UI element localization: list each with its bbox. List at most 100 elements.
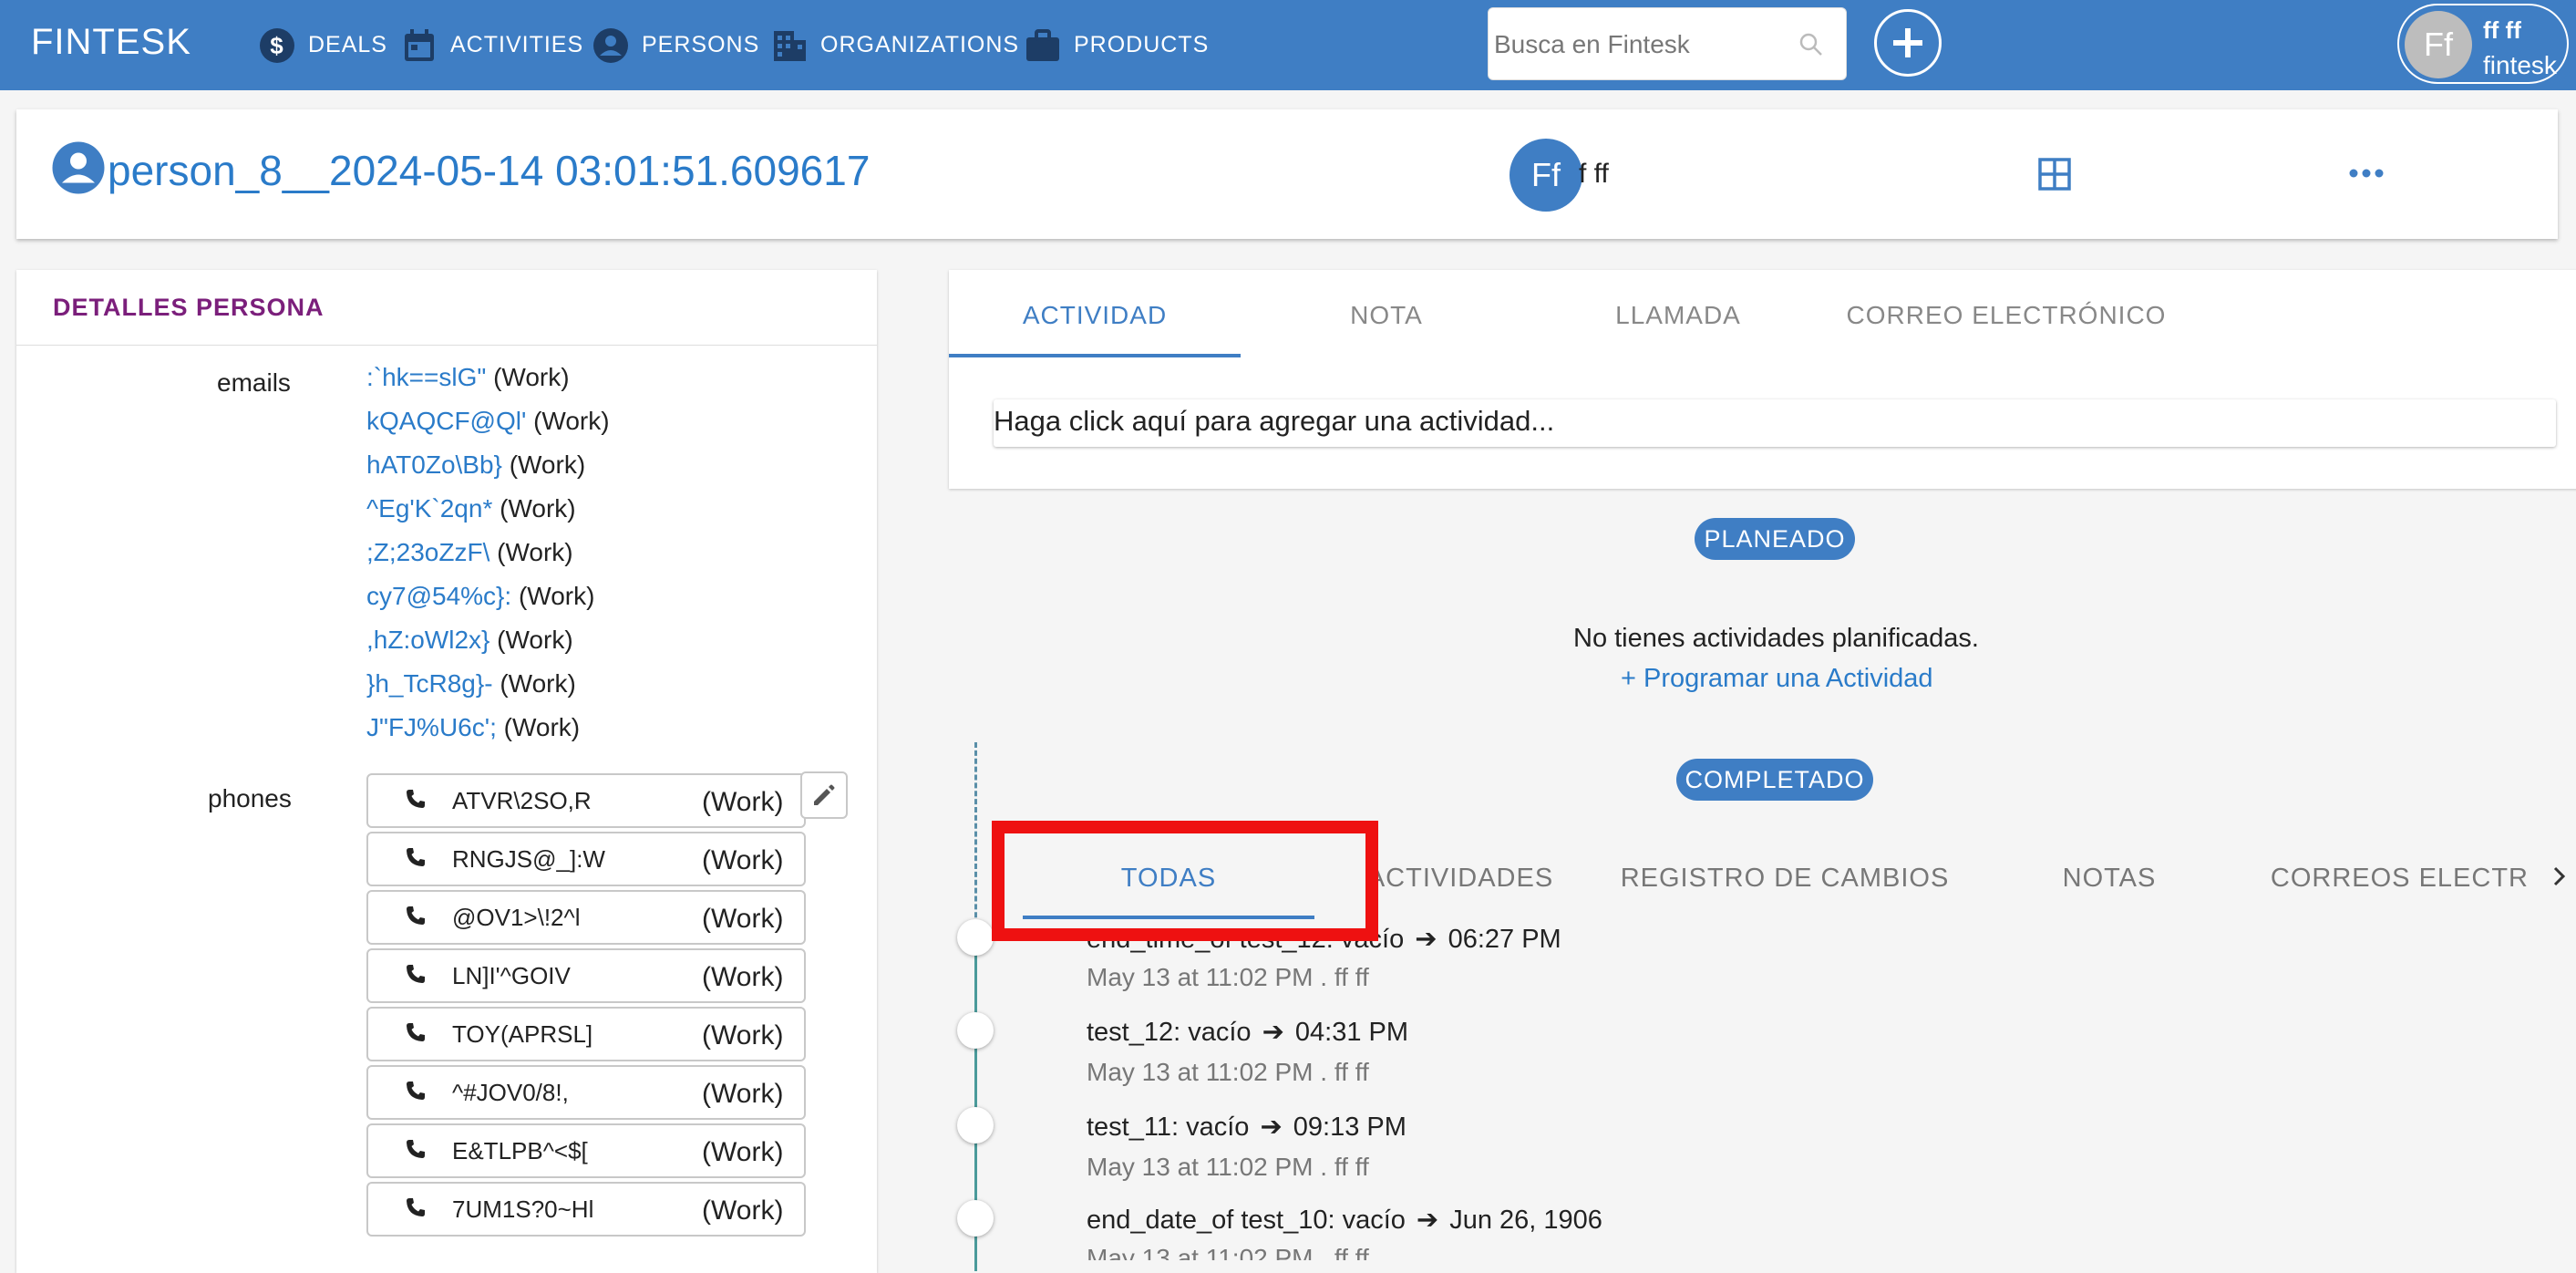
arrow-right-icon: ➔ — [1262, 1018, 1284, 1047]
email-type: (Work) — [493, 363, 570, 391]
email-address[interactable]: :`hk==slG" — [366, 363, 486, 391]
email-item: }h_TcR8g}- (Work) — [366, 669, 576, 699]
filter-tab-registro-cambios[interactable]: REGISTRO DE CAMBIOS — [1606, 848, 1963, 908]
history-to: 06:27 PM — [1448, 925, 1561, 954]
more-options-icon[interactable] — [2348, 164, 2385, 182]
details-title: DETALLES PERSONA — [53, 294, 325, 321]
email-item: ;Z;23oZzF\ (Work) — [366, 538, 573, 567]
email-address[interactable]: hAT0Zo\Bb} — [366, 450, 502, 479]
email-type: (Work) — [509, 450, 586, 479]
nav-organizations[interactable]: ORGANIZATIONS — [771, 0, 1019, 90]
nav-products[interactable]: PRODUCTS — [1025, 0, 1209, 90]
grid-layout-icon[interactable] — [2037, 157, 2072, 191]
planned-badge: PLANEADO — [1695, 518, 1855, 560]
email-type: (Work) — [518, 582, 595, 610]
phone-row[interactable]: ATVR\2SO,R (Work) — [366, 773, 806, 828]
phone-icon — [407, 965, 425, 983]
plus-icon — [1893, 28, 1922, 57]
schedule-activity-link[interactable]: + Programar una Actividad — [1621, 664, 1933, 694]
brand-logo[interactable]: FINTESK — [31, 22, 191, 63]
tab-nota[interactable]: NOTA — [1241, 274, 1532, 357]
nav-activities[interactable]: ACTIVITIES — [401, 0, 583, 90]
email-item: cy7@54%c}: (Work) — [366, 582, 594, 611]
history-item-meta: May 13 at 11:02 PM . ff ff — [1087, 963, 1369, 991]
history-item-title: end_date_of test_10: vacío ➔ Jun 26, 1906 — [1087, 1204, 1602, 1236]
chevron-right-icon[interactable] — [2550, 863, 2569, 890]
phone-row[interactable]: LN]I'^GOIV (Work) — [366, 948, 806, 1003]
timeline-dot — [957, 1107, 994, 1144]
email-address[interactable]: kQAQCF@Ql' — [366, 407, 526, 435]
pencil-icon — [814, 784, 835, 805]
add-activity-input[interactable]: Haga click aquí para agregar una activid… — [994, 399, 2556, 447]
phone-row[interactable]: RNGJS@_]:W (Work) — [366, 832, 806, 886]
email-address[interactable]: }h_TcR8g}- — [366, 669, 493, 698]
phone-icon — [407, 1198, 425, 1216]
user-menu[interactable]: Ff ff ff fintesk — [2397, 4, 2569, 84]
history-to: 04:31 PM — [1294, 1018, 1409, 1047]
phone-row[interactable]: E&TLPB^<$[ (Work) — [366, 1123, 806, 1178]
phone-row[interactable]: 7UM1S?0~Hl (Work) — [366, 1182, 806, 1237]
email-type: (Work) — [497, 538, 573, 566]
phone-number: @OV1>\!2^l — [452, 904, 581, 931]
history-to: Jun 26, 1906 — [1449, 1206, 1602, 1235]
history-from: vacío — [1186, 1113, 1250, 1142]
email-type: (Work) — [533, 407, 610, 435]
divider — [16, 345, 877, 346]
email-item: hAT0Zo\Bb} (Work) — [366, 450, 585, 480]
add-button[interactable] — [1874, 9, 1942, 77]
search-box[interactable] — [1488, 7, 1847, 81]
email-address[interactable]: ,hZ:oWl2x} — [366, 626, 489, 654]
nav-deals[interactable]: $ DEALS — [259, 0, 387, 90]
building-icon — [774, 30, 806, 61]
phone-icon — [407, 1140, 425, 1158]
arrow-right-icon: ➔ — [1260, 1113, 1283, 1142]
tab-correo[interactable]: CORREO ELECTRÓNICO — [1824, 274, 2189, 357]
phone-icon — [407, 1023, 425, 1041]
search-input[interactable] — [1492, 8, 1788, 81]
phone-number: LN]I'^GOIV — [452, 962, 571, 989]
phone-number: 7UM1S?0~Hl — [452, 1195, 594, 1223]
page-title: person_8__2024-05-14 03:01:51.609617 — [108, 147, 871, 194]
phone-number: RNGJS@_]:W — [452, 845, 605, 873]
person-icon — [593, 27, 628, 63]
email-type: (Work) — [503, 713, 581, 741]
phone-row[interactable]: @OV1>\!2^l (Work) — [366, 890, 806, 945]
filter-tab-correos[interactable]: CORREOS ELECTR — [2255, 848, 2529, 908]
phone-type: (Work) — [702, 787, 784, 817]
owner-name[interactable]: f ff — [1579, 159, 1609, 190]
nav-persons[interactable]: PERSONS — [592, 0, 759, 90]
email-type: (Work) — [500, 669, 576, 698]
phone-number: ATVR\2SO,R — [452, 787, 592, 814]
nav-deals-label: DEALS — [308, 32, 387, 57]
email-address[interactable]: cy7@54%c}: — [366, 582, 511, 610]
calendar-icon — [405, 28, 434, 61]
timeline-dot — [957, 919, 994, 956]
filter-tab-notas[interactable]: NOTAS — [1963, 848, 2255, 908]
emails-label: emails — [217, 368, 291, 397]
dollar-icon: $ — [260, 27, 294, 63]
phone-icon — [407, 790, 425, 808]
edit-phones-button[interactable] — [800, 771, 848, 819]
email-address[interactable]: ;Z;23oZzF\ — [366, 538, 489, 566]
phone-row[interactable]: ^#JOV0/8!, (Work) — [366, 1065, 806, 1120]
email-type: (Work) — [500, 494, 576, 523]
phone-icon — [407, 1082, 425, 1100]
email-address[interactable]: ^Eg'K`2qn* — [366, 494, 492, 523]
tab-actividad[interactable]: ACTIVIDAD — [949, 274, 1241, 357]
tab-llamada[interactable]: LLAMADA — [1532, 274, 1824, 357]
empty-planned-message: No tienes actividades planificadas. — [1573, 624, 1979, 653]
nav-products-label: PRODUCTS — [1074, 32, 1210, 57]
history-field: test_11: — [1087, 1113, 1180, 1142]
completed-badge: COMPLETADO — [1676, 759, 1873, 801]
email-address[interactable]: J"FJ%U6c'; — [366, 713, 497, 741]
history-from: vacío — [1342, 1206, 1406, 1235]
owner-avatar[interactable]: Ff — [1510, 139, 1582, 212]
phone-number: ^#JOV0/8!, — [452, 1079, 569, 1106]
history-field: test_12: — [1087, 1018, 1181, 1047]
phone-type: (Work) — [702, 962, 784, 992]
search-icon[interactable] — [1798, 32, 1824, 57]
briefcase-icon — [1026, 28, 1059, 61]
history-item-meta: May 13 at 11:02 PM . ff ff — [1087, 1153, 1369, 1181]
phone-row[interactable]: TOY(APRSL] (Work) — [366, 1007, 806, 1061]
nav-persons-label: PERSONS — [642, 32, 760, 57]
